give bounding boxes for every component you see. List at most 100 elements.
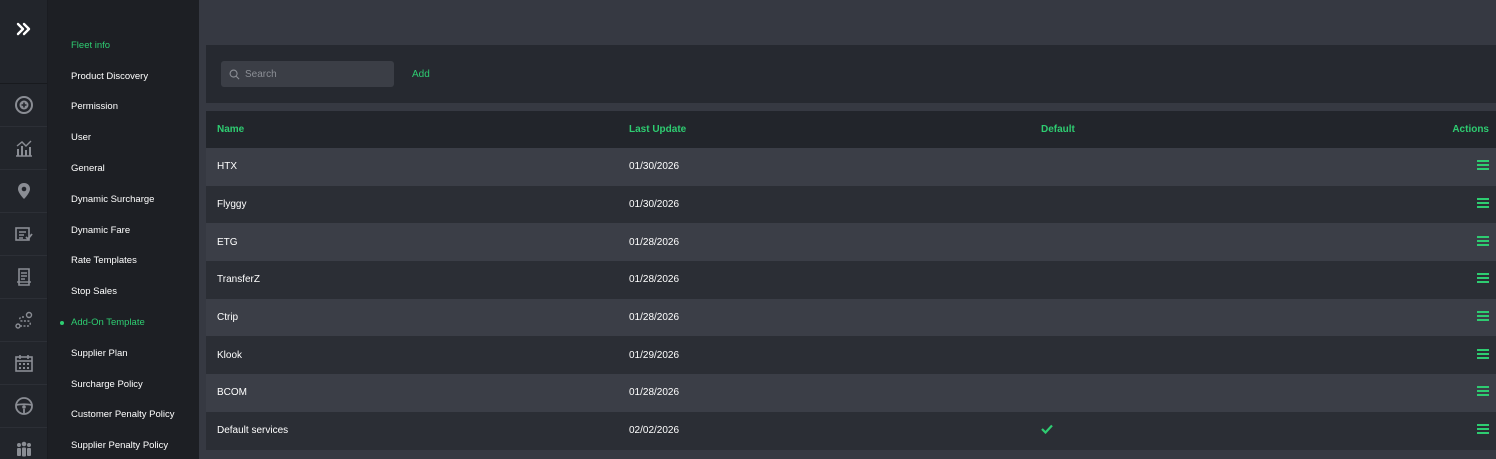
- sidebar-item-label: Surcharge Policy: [71, 378, 143, 390]
- hamburger-menu-icon[interactable]: [1477, 158, 1489, 172]
- table-row[interactable]: Default services 02/02/2026: [206, 411, 1496, 450]
- checklist-icon: [14, 227, 33, 241]
- hamburger-menu-icon[interactable]: [1477, 347, 1489, 361]
- steering-wheel-icon: [14, 397, 33, 415]
- hamburger-menu-icon[interactable]: [1477, 196, 1489, 210]
- column-header-default[interactable]: Default: [1041, 124, 1075, 135]
- search-input[interactable]: [245, 68, 385, 80]
- rail-item-users[interactable]: [0, 428, 47, 459]
- chart-icon: [15, 140, 32, 157]
- row-last-update: 01/30/2026: [629, 199, 680, 211]
- rail-item-billing[interactable]: [0, 256, 47, 299]
- main-content: Add Name Last Update Default Actions HTX…: [199, 0, 1496, 459]
- rail-item-location[interactable]: [0, 170, 47, 213]
- hamburger-menu-icon[interactable]: [1477, 309, 1489, 323]
- sidebar-item-label: User: [71, 132, 92, 144]
- table-row[interactable]: ETG 01/28/2026: [206, 223, 1496, 262]
- table-header: Name Last Update Default Actions: [206, 111, 1496, 148]
- sidebar-menu: Fleet info Product Discovery Permission …: [48, 0, 199, 459]
- row-last-update: 01/30/2026: [629, 161, 680, 173]
- add-button[interactable]: Add: [412, 69, 430, 80]
- row-actions: [1477, 196, 1489, 213]
- sidebar-item-dynamic-surcharge[interactable]: Dynamic Surcharge: [48, 184, 199, 215]
- search-icon: [229, 69, 240, 79]
- table-row[interactable]: BCOM 01/28/2026: [206, 374, 1496, 412]
- users-icon: [16, 441, 31, 457]
- row-last-update: 01/28/2026: [629, 274, 680, 286]
- icon-rail: [0, 0, 48, 459]
- row-last-update: 01/28/2026: [629, 312, 680, 324]
- rail-item-drivers[interactable]: [0, 385, 47, 428]
- rail-item-routes[interactable]: [0, 299, 47, 342]
- sidebar-item-user[interactable]: User: [48, 122, 199, 153]
- column-header-last-update[interactable]: Last Update: [629, 124, 686, 135]
- row-name: Ctrip: [217, 312, 239, 324]
- row-actions: [1477, 384, 1489, 401]
- plus-circle-icon: [14, 96, 33, 114]
- search-box[interactable]: [221, 61, 394, 87]
- row-last-update: 02/02/2026: [629, 425, 680, 437]
- row-last-update: 01/29/2026: [629, 349, 680, 361]
- row-actions: [1477, 347, 1489, 364]
- active-indicator-dot: [60, 320, 64, 325]
- hamburger-menu-icon[interactable]: [1477, 384, 1489, 398]
- row-last-update: 01/28/2026: [629, 387, 680, 399]
- row-actions: [1477, 158, 1489, 175]
- sidebar-item-label: Fleet info: [71, 39, 111, 51]
- hamburger-menu-icon[interactable]: [1477, 271, 1489, 285]
- row-name: Klook: [217, 349, 243, 361]
- sidebar-item-general[interactable]: General: [48, 153, 199, 184]
- location-pin-icon: [17, 183, 30, 199]
- row-actions: [1477, 271, 1489, 288]
- sidebar-item-add-on-template[interactable]: Add-On Template: [48, 307, 199, 338]
- sidebar-item-label: Add-On Template: [71, 317, 145, 329]
- sidebar-item-surcharge-policy[interactable]: Surcharge Policy: [48, 369, 199, 400]
- sidebar-item-rate-templates[interactable]: Rate Templates: [48, 246, 199, 277]
- rail-item-tasks[interactable]: [0, 213, 47, 256]
- hamburger-menu-icon[interactable]: [1477, 422, 1489, 436]
- calendar-icon: [14, 355, 33, 372]
- expand-button[interactable]: [0, 0, 47, 84]
- table-row[interactable]: TransferZ 01/28/2026: [206, 261, 1496, 299]
- table-row[interactable]: Klook 01/29/2026: [206, 336, 1496, 375]
- sidebar-item-customer-penalty-policy[interactable]: Customer Penalty Policy: [48, 400, 199, 431]
- rail-item-add[interactable]: [0, 84, 47, 127]
- column-header-actions: Actions: [1452, 124, 1489, 135]
- check-icon: [1041, 424, 1053, 435]
- row-actions: [1477, 234, 1489, 251]
- expand-icon: [16, 22, 30, 36]
- rail-item-calendar[interactable]: [0, 342, 47, 385]
- sidebar-item-dynamic-fare[interactable]: Dynamic Fare: [48, 215, 199, 246]
- column-header-name[interactable]: Name: [217, 124, 244, 135]
- sidebar-item-product-discovery[interactable]: Product Discovery: [48, 61, 199, 92]
- add-on-template-table: Name Last Update Default Actions HTX 01/…: [206, 111, 1496, 450]
- sidebar-item-label: Dynamic Fare: [71, 224, 131, 236]
- sidebar-item-label: Supplier Plan: [71, 347, 128, 359]
- sidebar-item-label: Customer Penalty Policy: [71, 409, 175, 421]
- table-row[interactable]: Flyggy 01/30/2026: [206, 185, 1496, 224]
- hamburger-menu-icon[interactable]: [1477, 234, 1489, 248]
- row-actions: [1477, 309, 1489, 326]
- table-body: HTX 01/30/2026 Flyggy 01/30/2026 ETG 01/…: [206, 148, 1496, 450]
- row-last-update: 01/28/2026: [629, 236, 680, 248]
- sidebar-item-supplier-penalty-policy[interactable]: Supplier Penalty Policy: [48, 430, 199, 459]
- toolbar: Add: [206, 45, 1496, 103]
- row-actions: [1477, 422, 1489, 439]
- sidebar-item-label: Permission: [71, 101, 118, 113]
- row-name: BCOM: [217, 387, 247, 399]
- row-default: [1041, 424, 1053, 437]
- rail-item-analytics[interactable]: [0, 127, 47, 170]
- sidebar-item-label: Rate Templates: [71, 255, 137, 267]
- table-row[interactable]: Ctrip 01/28/2026: [206, 298, 1496, 337]
- sidebar-item-label: General: [71, 163, 105, 175]
- sidebar-item-fleet-info[interactable]: Fleet info: [48, 30, 199, 61]
- row-name: ETG: [217, 236, 238, 248]
- receipt-icon: [16, 268, 31, 286]
- row-name: HTX: [217, 161, 237, 173]
- sidebar-item-label: Stop Sales: [71, 286, 117, 298]
- sidebar-item-stop-sales[interactable]: Stop Sales: [48, 276, 199, 307]
- sidebar-item-supplier-plan[interactable]: Supplier Plan: [48, 338, 199, 369]
- row-name: Default services: [217, 425, 289, 437]
- sidebar-item-permission[interactable]: Permission: [48, 92, 199, 123]
- table-row[interactable]: HTX 01/30/2026: [206, 148, 1496, 186]
